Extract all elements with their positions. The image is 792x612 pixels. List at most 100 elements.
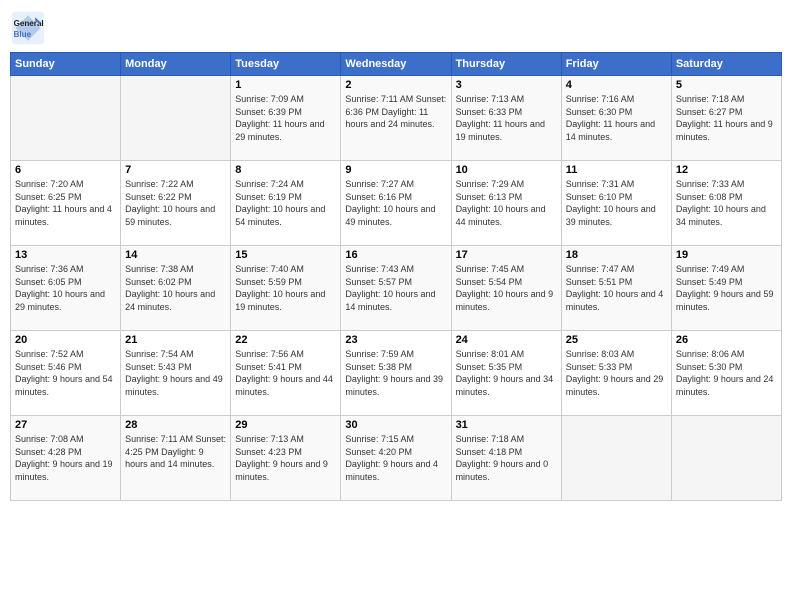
- calendar-week-4: 20 Sunrise: 7:52 AM Sunset: 5:46 PM Dayli…: [11, 331, 782, 416]
- calendar-cell: 20 Sunrise: 7:52 AM Sunset: 5:46 PM Dayli…: [11, 331, 121, 416]
- calendar-cell: 27 Sunrise: 7:08 AM Sunset: 4:28 PM Dayli…: [11, 416, 121, 501]
- day-info: Sunrise: 8:06 AM Sunset: 5:30 PM Dayligh…: [676, 348, 777, 398]
- day-header-wednesday: Wednesday: [341, 53, 451, 76]
- calendar-cell: 30 Sunrise: 7:15 AM Sunset: 4:20 PM Dayli…: [341, 416, 451, 501]
- day-info: Sunrise: 7:16 AM Sunset: 6:30 PM Dayligh…: [566, 93, 667, 143]
- calendar-cell: 17 Sunrise: 7:45 AM Sunset: 5:54 PM Dayli…: [451, 246, 561, 331]
- day-info: Sunrise: 7:38 AM Sunset: 6:02 PM Dayligh…: [125, 263, 226, 313]
- day-number: 22: [235, 334, 336, 346]
- day-number: 12: [676, 164, 777, 176]
- day-number: 24: [456, 334, 557, 346]
- day-header-tuesday: Tuesday: [231, 53, 341, 76]
- day-info: Sunrise: 7:31 AM Sunset: 6:10 PM Dayligh…: [566, 178, 667, 228]
- calendar-cell: 24 Sunrise: 8:01 AM Sunset: 5:35 PM Dayli…: [451, 331, 561, 416]
- day-number: 3: [456, 79, 557, 91]
- calendar-cell: 22 Sunrise: 7:56 AM Sunset: 5:41 PM Dayli…: [231, 331, 341, 416]
- day-number: 7: [125, 164, 226, 176]
- day-number: 6: [15, 164, 116, 176]
- calendar-cell: 23 Sunrise: 7:59 AM Sunset: 5:38 PM Dayli…: [341, 331, 451, 416]
- calendar-cell: 28Sunrise: 7:11 AM Sunset: 4:25 PM Dayli…: [121, 416, 231, 501]
- calendar-week-1: 1 Sunrise: 7:09 AM Sunset: 6:39 PM Daylig…: [11, 76, 782, 161]
- day-info: Sunrise: 7:13 AM Sunset: 4:23 PM Dayligh…: [235, 433, 336, 483]
- day-info: Sunrise: 7:49 AM Sunset: 5:49 PM Dayligh…: [676, 263, 777, 313]
- calendar-cell: 29 Sunrise: 7:13 AM Sunset: 4:23 PM Dayli…: [231, 416, 341, 501]
- day-number: 2: [345, 79, 446, 91]
- day-number: 19: [676, 249, 777, 261]
- day-header-thursday: Thursday: [451, 53, 561, 76]
- day-info: Sunrise: 7:56 AM Sunset: 5:41 PM Dayligh…: [235, 348, 336, 398]
- day-number: 20: [15, 334, 116, 346]
- calendar-cell: 1 Sunrise: 7:09 AM Sunset: 6:39 PM Daylig…: [231, 76, 341, 161]
- day-header-friday: Friday: [561, 53, 671, 76]
- day-number: 15: [235, 249, 336, 261]
- calendar-table: SundayMondayTuesdayWednesdayThursdayFrid…: [10, 52, 782, 501]
- day-number: 5: [676, 79, 777, 91]
- day-number: 8: [235, 164, 336, 176]
- day-number: 27: [15, 419, 116, 431]
- day-header-monday: Monday: [121, 53, 231, 76]
- day-info: Sunrise: 7:54 AM Sunset: 5:43 PM Dayligh…: [125, 348, 226, 398]
- calendar-cell: 9Sunrise: 7:27 AM Sunset: 6:16 PM Daylig…: [341, 161, 451, 246]
- day-number: 13: [15, 249, 116, 261]
- day-info: Sunrise: 7:40 AM Sunset: 5:59 PM Dayligh…: [235, 263, 336, 313]
- calendar-cell: [11, 76, 121, 161]
- day-number: 10: [456, 164, 557, 176]
- calendar-cell: 10 Sunrise: 7:29 AM Sunset: 6:13 PM Dayli…: [451, 161, 561, 246]
- calendar-header-row: SundayMondayTuesdayWednesdayThursdayFrid…: [11, 53, 782, 76]
- day-info: Sunrise: 7:20 AM Sunset: 6:25 PM Dayligh…: [15, 178, 116, 228]
- calendar-cell: 7Sunrise: 7:22 AM Sunset: 6:22 PM Daylig…: [121, 161, 231, 246]
- logo: General Blue: [10, 10, 50, 46]
- day-number: 29: [235, 419, 336, 431]
- day-info: Sunrise: 8:03 AM Sunset: 5:33 PM Dayligh…: [566, 348, 667, 398]
- day-number: 11: [566, 164, 667, 176]
- day-header-sunday: Sunday: [11, 53, 121, 76]
- calendar-cell: 8 Sunrise: 7:24 AM Sunset: 6:19 PM Daylig…: [231, 161, 341, 246]
- day-info: Sunrise: 7:45 AM Sunset: 5:54 PM Dayligh…: [456, 263, 557, 313]
- day-info: Sunrise: 7:18 AM Sunset: 4:18 PM Dayligh…: [456, 433, 557, 483]
- day-number: 23: [345, 334, 446, 346]
- day-info: Sunrise: 7:52 AM Sunset: 5:46 PM Dayligh…: [15, 348, 116, 398]
- calendar-cell: 25 Sunrise: 8:03 AM Sunset: 5:33 PM Dayli…: [561, 331, 671, 416]
- day-number: 1: [235, 79, 336, 91]
- calendar-cell: 11 Sunrise: 7:31 AM Sunset: 6:10 PM Dayli…: [561, 161, 671, 246]
- calendar-week-3: 13Sunrise: 7:36 AM Sunset: 6:05 PM Dayli…: [11, 246, 782, 331]
- calendar-week-2: 6 Sunrise: 7:20 AM Sunset: 6:25 PM Daylig…: [11, 161, 782, 246]
- calendar-cell: 14 Sunrise: 7:38 AM Sunset: 6:02 PM Dayli…: [121, 246, 231, 331]
- day-number: 25: [566, 334, 667, 346]
- day-number: 31: [456, 419, 557, 431]
- day-number: 30: [345, 419, 446, 431]
- calendar-cell: 6 Sunrise: 7:20 AM Sunset: 6:25 PM Daylig…: [11, 161, 121, 246]
- calendar-cell: 21 Sunrise: 7:54 AM Sunset: 5:43 PM Dayli…: [121, 331, 231, 416]
- calendar-cell: 13Sunrise: 7:36 AM Sunset: 6:05 PM Dayli…: [11, 246, 121, 331]
- day-info: Sunrise: 7:11 AM Sunset: 4:25 PM Dayligh…: [125, 433, 226, 471]
- day-info: Sunrise: 7:24 AM Sunset: 6:19 PM Dayligh…: [235, 178, 336, 228]
- page-header: General Blue: [10, 10, 782, 46]
- day-info: Sunrise: 7:15 AM Sunset: 4:20 PM Dayligh…: [345, 433, 446, 483]
- day-number: 17: [456, 249, 557, 261]
- svg-text:General: General: [14, 19, 44, 28]
- svg-text:Blue: Blue: [14, 30, 32, 39]
- calendar-cell: 12Sunrise: 7:33 AM Sunset: 6:08 PM Dayli…: [671, 161, 781, 246]
- calendar-cell: 26Sunrise: 8:06 AM Sunset: 5:30 PM Dayli…: [671, 331, 781, 416]
- day-info: Sunrise: 7:09 AM Sunset: 6:39 PM Dayligh…: [235, 93, 336, 143]
- day-info: Sunrise: 7:11 AM Sunset: 6:36 PM Dayligh…: [345, 93, 446, 131]
- day-info: Sunrise: 7:29 AM Sunset: 6:13 PM Dayligh…: [456, 178, 557, 228]
- calendar-cell: 5Sunrise: 7:18 AM Sunset: 6:27 PM Daylig…: [671, 76, 781, 161]
- day-info: Sunrise: 8:01 AM Sunset: 5:35 PM Dayligh…: [456, 348, 557, 398]
- day-number: 14: [125, 249, 226, 261]
- day-info: Sunrise: 7:59 AM Sunset: 5:38 PM Dayligh…: [345, 348, 446, 398]
- calendar-cell: 19 Sunrise: 7:49 AM Sunset: 5:49 PM Dayli…: [671, 246, 781, 331]
- calendar-cell: [561, 416, 671, 501]
- calendar-cell: 2 Sunrise: 7:11 AM Sunset: 6:36 PM Daylig…: [341, 76, 451, 161]
- calendar-cell: 16Sunrise: 7:43 AM Sunset: 5:57 PM Dayli…: [341, 246, 451, 331]
- day-number: 21: [125, 334, 226, 346]
- day-info: Sunrise: 7:13 AM Sunset: 6:33 PM Dayligh…: [456, 93, 557, 143]
- calendar-cell: 15 Sunrise: 7:40 AM Sunset: 5:59 PM Dayli…: [231, 246, 341, 331]
- calendar-cell: 31 Sunrise: 7:18 AM Sunset: 4:18 PM Dayli…: [451, 416, 561, 501]
- calendar-week-5: 27 Sunrise: 7:08 AM Sunset: 4:28 PM Dayli…: [11, 416, 782, 501]
- day-info: Sunrise: 7:47 AM Sunset: 5:51 PM Dayligh…: [566, 263, 667, 313]
- day-info: Sunrise: 7:43 AM Sunset: 5:57 PM Dayligh…: [345, 263, 446, 313]
- calendar-cell: 18 Sunrise: 7:47 AM Sunset: 5:51 PM Dayli…: [561, 246, 671, 331]
- day-info: Sunrise: 7:08 AM Sunset: 4:28 PM Dayligh…: [15, 433, 116, 483]
- day-number: 18: [566, 249, 667, 261]
